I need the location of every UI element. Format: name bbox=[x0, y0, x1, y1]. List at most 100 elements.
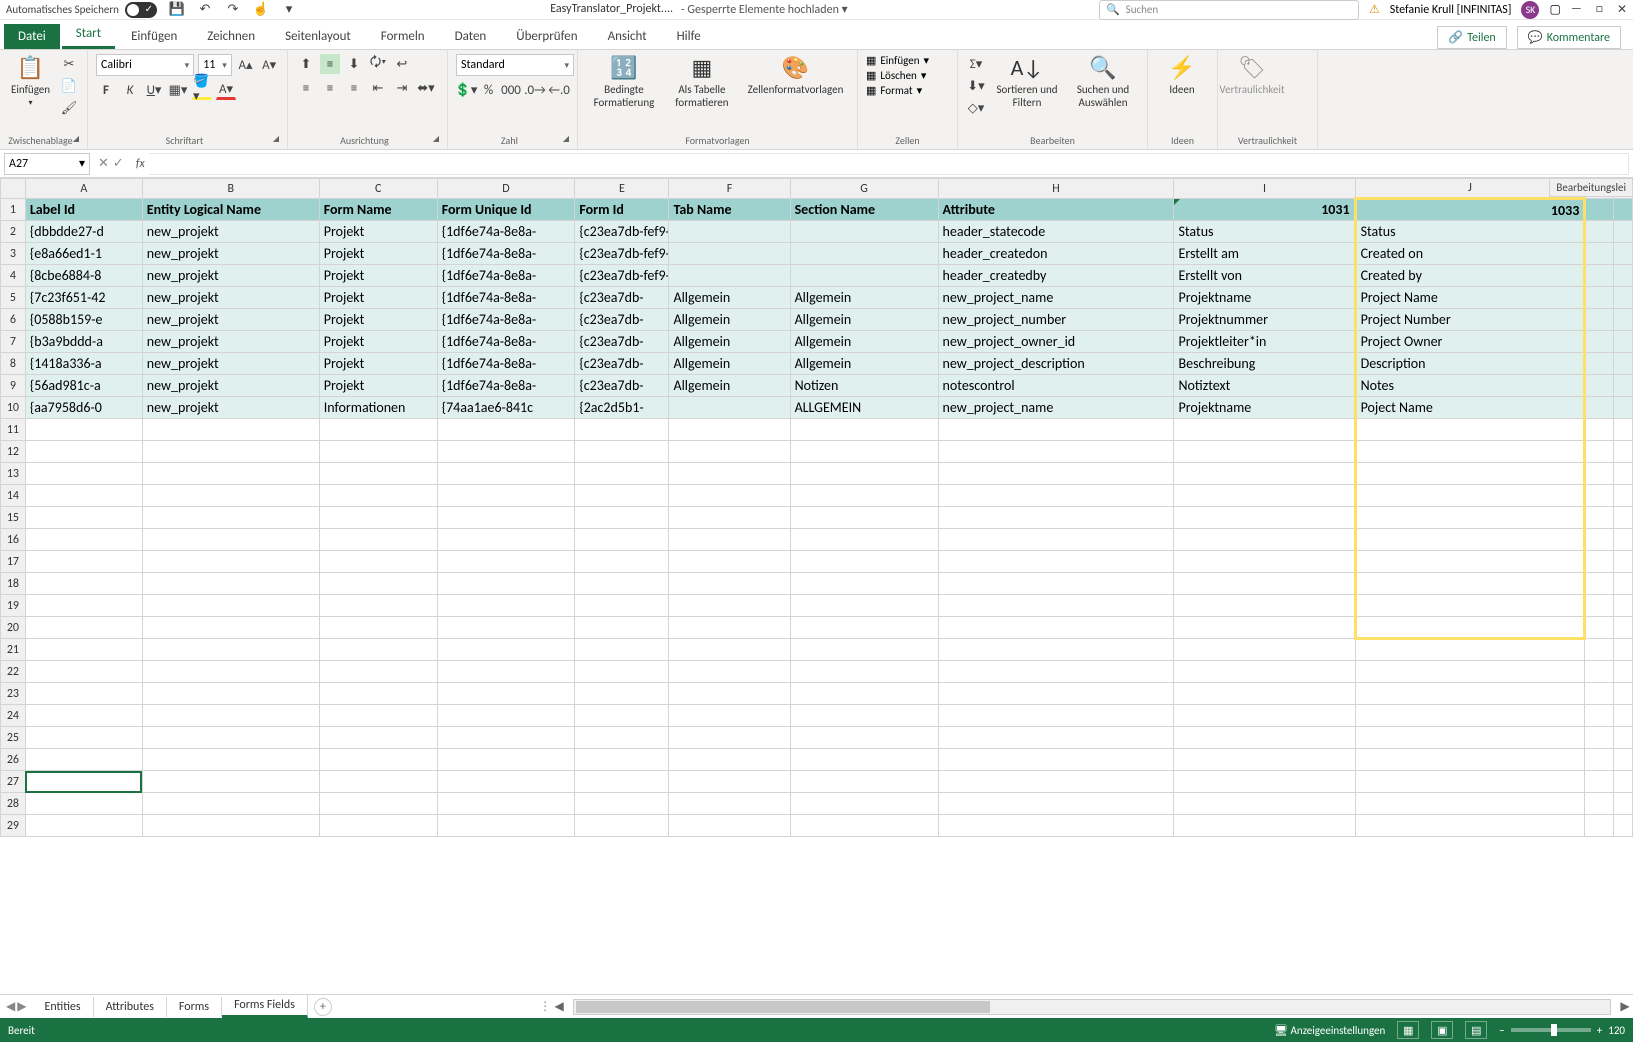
sheet-prev-icon[interactable]: ◀ bbox=[6, 999, 15, 1014]
cell[interactable] bbox=[1174, 419, 1355, 441]
cell[interactable] bbox=[1614, 331, 1633, 353]
col-header-F[interactable]: F bbox=[669, 179, 790, 199]
cell[interactable] bbox=[437, 551, 575, 573]
cell[interactable] bbox=[575, 595, 669, 617]
cell[interactable] bbox=[1585, 265, 1614, 287]
cell-styles-button[interactable]: 🎨Zellenformatvorlagen bbox=[742, 54, 849, 109]
cell[interactable] bbox=[319, 595, 437, 617]
zoom-in-icon[interactable]: + bbox=[1597, 1024, 1602, 1037]
cancel-formula-icon[interactable]: ✕ bbox=[98, 156, 109, 171]
cell[interactable] bbox=[938, 661, 1174, 683]
cell[interactable] bbox=[142, 661, 319, 683]
cell[interactable] bbox=[1585, 617, 1614, 639]
cell[interactable]: {dbbdde27-d bbox=[25, 221, 142, 243]
cell[interactable] bbox=[790, 617, 938, 639]
cell[interactable]: Label Id bbox=[25, 199, 142, 221]
cell[interactable] bbox=[142, 793, 319, 815]
cell[interactable] bbox=[790, 727, 938, 749]
cell[interactable] bbox=[790, 771, 938, 793]
cell[interactable] bbox=[1355, 683, 1585, 705]
cell[interactable] bbox=[1174, 639, 1355, 661]
cell[interactable]: Projektnummer bbox=[1174, 309, 1355, 331]
cell[interactable] bbox=[142, 507, 319, 529]
row-header[interactable]: 3 bbox=[1, 243, 26, 265]
cell[interactable] bbox=[1614, 397, 1633, 419]
cell[interactable] bbox=[1174, 507, 1355, 529]
cell[interactable] bbox=[319, 573, 437, 595]
zoom-level[interactable]: 120 bbox=[1608, 1024, 1625, 1037]
sort-filter-button[interactable]: A↓Sortieren und Filtern bbox=[992, 54, 1062, 118]
cell[interactable] bbox=[1585, 815, 1614, 837]
cell[interactable]: header_statecode bbox=[938, 221, 1174, 243]
fx-icon[interactable]: fx bbox=[132, 157, 149, 171]
cell[interactable] bbox=[437, 617, 575, 639]
cell[interactable] bbox=[142, 463, 319, 485]
cell[interactable] bbox=[437, 595, 575, 617]
cell[interactable]: {56ad981c-a bbox=[25, 375, 142, 397]
row-header[interactable]: 12 bbox=[1, 441, 26, 463]
cell[interactable]: Notiztext bbox=[1174, 375, 1355, 397]
zoom-slider[interactable] bbox=[1511, 1028, 1591, 1032]
cell[interactable] bbox=[1585, 727, 1614, 749]
cell[interactable] bbox=[669, 815, 790, 837]
cell[interactable] bbox=[142, 639, 319, 661]
cell[interactable] bbox=[25, 529, 142, 551]
sheet-next-icon[interactable]: ▶ bbox=[17, 999, 26, 1014]
cell[interactable] bbox=[575, 463, 669, 485]
cell[interactable]: Section Name bbox=[790, 199, 938, 221]
row-header[interactable]: 28 bbox=[1, 793, 26, 815]
cell[interactable]: new_projekt bbox=[142, 265, 319, 287]
decrease-indent-icon[interactable]: ⇤ bbox=[368, 78, 388, 98]
cell[interactable] bbox=[1614, 793, 1633, 815]
cell[interactable] bbox=[437, 507, 575, 529]
row-header[interactable]: 13 bbox=[1, 463, 26, 485]
conditional-formatting-button[interactable]: 🔢Bedingte Formatierung bbox=[586, 54, 662, 109]
cell[interactable] bbox=[25, 595, 142, 617]
cell[interactable] bbox=[1174, 793, 1355, 815]
row-header[interactable]: 26 bbox=[1, 749, 26, 771]
cell[interactable] bbox=[669, 595, 790, 617]
cell[interactable] bbox=[669, 265, 790, 287]
cell[interactable] bbox=[669, 551, 790, 573]
cell[interactable]: new_projekt bbox=[142, 221, 319, 243]
cell[interactable]: new_project_name bbox=[938, 397, 1174, 419]
cell[interactable]: Project Owner bbox=[1355, 331, 1585, 353]
cell[interactable]: Notizen bbox=[790, 375, 938, 397]
cell[interactable] bbox=[319, 529, 437, 551]
user-avatar[interactable]: SK bbox=[1521, 1, 1539, 19]
cell[interactable]: {1df6e74a-8e8a- bbox=[437, 375, 575, 397]
cell[interactable]: {b3a9bddd-a bbox=[25, 331, 142, 353]
cell[interactable] bbox=[142, 551, 319, 573]
cell[interactable] bbox=[790, 661, 938, 683]
enter-formula-icon[interactable]: ✓ bbox=[113, 156, 124, 171]
cell[interactable] bbox=[142, 529, 319, 551]
cell[interactable] bbox=[25, 749, 142, 771]
row-header[interactable]: 29 bbox=[1, 815, 26, 837]
cell[interactable] bbox=[1174, 815, 1355, 837]
cell[interactable] bbox=[1614, 595, 1633, 617]
cell[interactable]: {c23ea7db-fef9-43f2-91cd-5e9e0c660ae8} bbox=[575, 221, 669, 243]
italic-icon[interactable]: K bbox=[120, 80, 140, 100]
cell[interactable]: new_project_owner_id bbox=[938, 331, 1174, 353]
cell[interactable]: Allgemein bbox=[669, 309, 790, 331]
cell[interactable] bbox=[1614, 221, 1633, 243]
touch-icon[interactable]: ☝ bbox=[251, 0, 271, 20]
page-break-view-icon[interactable]: ▤ bbox=[1465, 1021, 1487, 1039]
cell[interactable] bbox=[790, 221, 938, 243]
cell[interactable] bbox=[437, 727, 575, 749]
cell[interactable] bbox=[142, 771, 319, 793]
cell[interactable]: Tab Name bbox=[669, 199, 790, 221]
tab-help[interactable]: Hilfe bbox=[663, 24, 715, 49]
cell[interactable] bbox=[575, 815, 669, 837]
cell[interactable] bbox=[319, 771, 437, 793]
tab-draw[interactable]: Zeichnen bbox=[193, 24, 269, 49]
row-header[interactable]: 27 bbox=[1, 771, 26, 793]
cell[interactable] bbox=[669, 485, 790, 507]
cell[interactable]: Projekt bbox=[319, 287, 437, 309]
cell[interactable] bbox=[1174, 485, 1355, 507]
cell[interactable] bbox=[575, 771, 669, 793]
cell[interactable] bbox=[790, 595, 938, 617]
cell[interactable]: {1df6e74a-8e8a- bbox=[437, 243, 575, 265]
cell[interactable] bbox=[669, 463, 790, 485]
cell[interactable] bbox=[1614, 683, 1633, 705]
